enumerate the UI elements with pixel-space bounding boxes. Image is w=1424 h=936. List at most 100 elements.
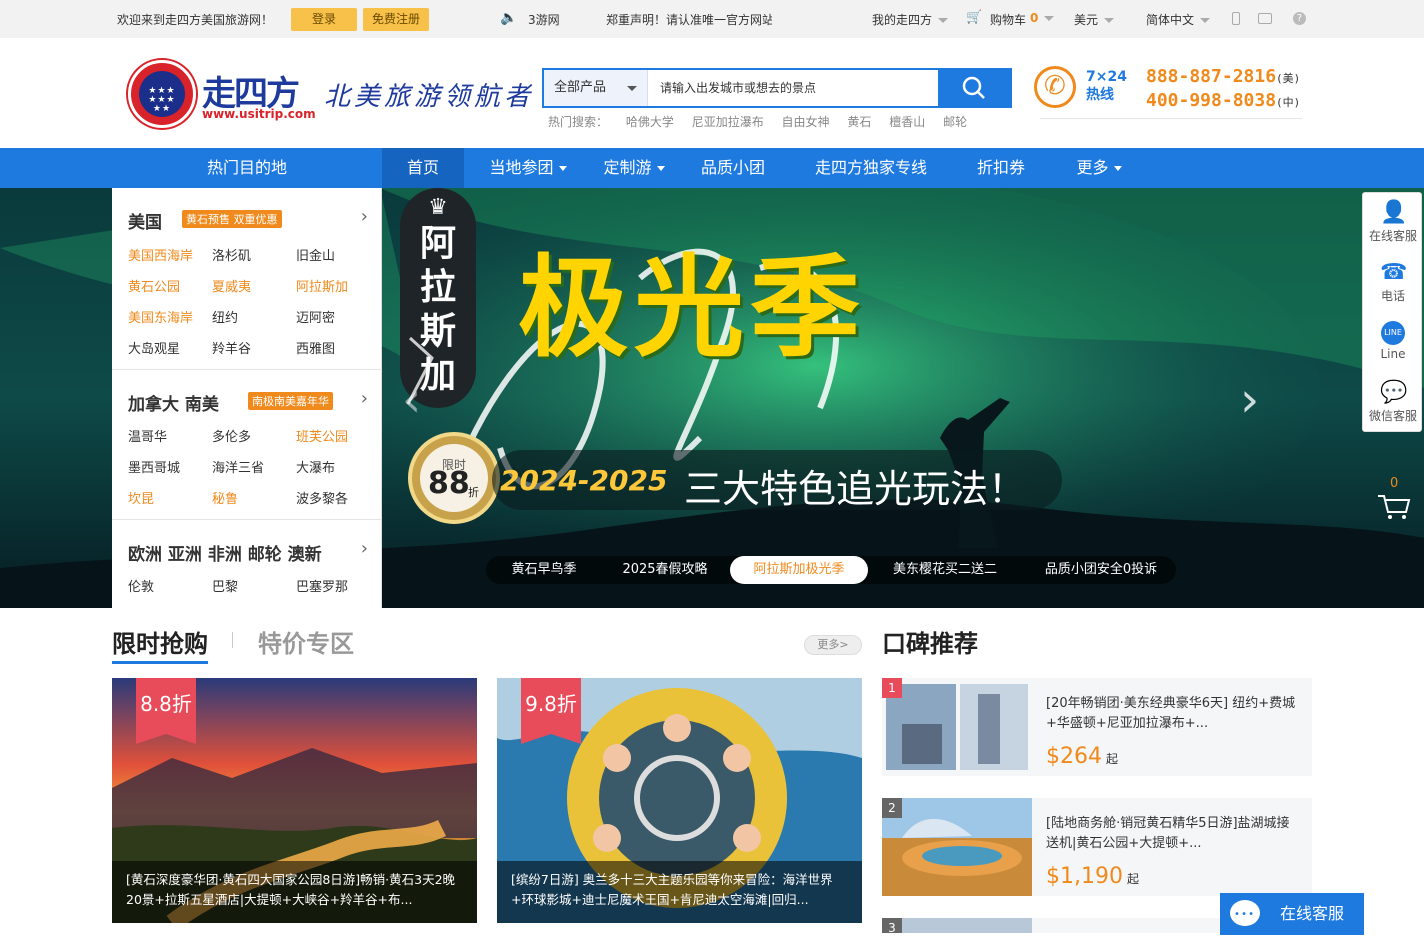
menu-section-others[interactable]: 欧洲 亚洲 非洲 邮轮 澳新 › 伦敦 巴黎 巴塞罗那 <box>112 520 382 608</box>
phone-tool[interactable]: ☎ 电话 <box>1363 253 1423 313</box>
menu-city[interactable]: 班芙公园 <box>296 426 348 445</box>
recommend-item[interactable]: 2 [陆地商务舱·销冠黄石精华5日游]盐湖城接送机|黄石公园+大提顿+... $… <box>882 798 1312 896</box>
banner-dot[interactable]: 黄石早鸟季 <box>494 556 594 584</box>
help-icon[interactable]: ? <box>1293 12 1306 25</box>
menu-city[interactable]: 旧金山 <box>296 245 335 264</box>
login-button[interactable]: 登录 <box>291 8 357 31</box>
tab-special-offers[interactable]: 特价专区 <box>258 624 354 659</box>
message-icon[interactable] <box>1258 13 1272 24</box>
menu-city[interactable]: 多伦多 <box>212 426 251 445</box>
online-service-tool[interactable]: 👤 在线客服 <box>1363 193 1423 253</box>
hot-search-item[interactable]: 邮轮 <box>943 115 967 129</box>
floating-cart[interactable]: 0 <box>1376 476 1412 520</box>
card-caption[interactable]: [黄石深度豪华团·黄石四大国家公园8日游]畅销·黄石3天2晚20景+拉斯五星酒店… <box>112 861 477 923</box>
my-account-menu[interactable]: 我的走四方 <box>872 11 948 28</box>
wechat-icon: 💬 <box>1380 380 1408 405</box>
menu-city[interactable]: 黄石公园 <box>128 276 180 295</box>
hot-search-item[interactable]: 哈佛大学 <box>626 115 674 129</box>
tool-label: 在线客服 <box>1368 229 1417 243</box>
menu-section-usa[interactable]: 美国 黄石预售 双重优惠 › 美国西海岸 洛杉矶 旧金山 黄石公园 夏威夷 阿拉… <box>112 188 382 370</box>
language-select[interactable]: 简体中文 <box>1146 11 1210 28</box>
rank-badge: 2 <box>882 798 902 818</box>
hotline-us-number: 888-887-2816 <box>1146 66 1277 87</box>
hotline-label-bottom: 热线 <box>1086 87 1114 103</box>
nav-item-custom[interactable]: 定制游 <box>592 148 676 188</box>
tool-label: 微信客服 <box>1368 409 1417 423</box>
hot-search-item[interactable]: 自由女神 <box>782 115 830 129</box>
hot-search-item[interactable]: 檀香山 <box>889 115 925 129</box>
banner-dot[interactable]: 2025春假攻略 <box>610 556 720 584</box>
register-button[interactable]: 免费注册 <box>363 8 429 31</box>
tool-label: Line <box>1380 347 1406 361</box>
menu-city[interactable]: 秘鲁 <box>212 488 238 507</box>
promo-tag[interactable]: 黄石预售 双重优惠 <box>182 210 282 228</box>
more-button[interactable]: 更多> <box>804 635 862 655</box>
menu-section-title[interactable]: 美国 <box>128 208 162 233</box>
wechat-tool[interactable]: 💬 微信客服 <box>1363 373 1423 433</box>
nav-item-exclusive[interactable]: 走四方独家专线 <box>804 148 938 188</box>
cart-count[interactable]: 0 <box>1030 11 1054 25</box>
menu-city[interactable]: 坎昆 <box>128 488 154 507</box>
chevron-right-icon[interactable]: › <box>361 538 368 559</box>
menu-city[interactable]: 墨西哥城 <box>128 457 180 476</box>
flash-card[interactable]: 8.8折 [黄石深度豪华团·黄石四大国家公园8日游]畅销·黄石3天2晚20景+拉… <box>112 678 477 923</box>
banner-dot-active[interactable]: 阿拉斯加极光季 <box>730 556 868 584</box>
online-chat-button[interactable]: 在线客服 <box>1220 893 1364 936</box>
nav-item-local-tours[interactable]: 当地参团 <box>478 148 578 188</box>
notice-text[interactable]: 郑重声明！请认准唯一官方网站 <box>606 11 772 28</box>
menu-city[interactable]: 美国西海岸 <box>128 245 193 264</box>
cart-label[interactable]: 购物车 <box>990 11 1026 28</box>
promo-tag[interactable]: 南极南美嘉年华 <box>248 392 333 410</box>
menu-city[interactable]: 迈阿密 <box>296 307 335 326</box>
menu-city[interactable]: 波多黎各 <box>296 488 348 507</box>
recommend-title-text[interactable]: [20年畅销团·美东经典豪华6天] 纽约+费城+华盛顿+尼亚加拉瀑布+... <box>1046 694 1302 734</box>
search-input[interactable] <box>660 70 930 106</box>
menu-city[interactable]: 大瀑布 <box>296 457 335 476</box>
hot-search-item[interactable]: 黄石 <box>847 115 871 129</box>
menu-city[interactable]: 温哥华 <box>128 426 167 445</box>
welcome-text: 欢迎来到走四方美国旅游网！ <box>117 13 274 27</box>
card-caption[interactable]: [缤纷7日游] 奥兰多十三大主题乐园等你来冒险：海洋世界+环球影城+迪士尼魔术王… <box>497 861 862 923</box>
menu-city[interactable]: 夏威夷 <box>212 276 251 295</box>
hot-search-label: 热门搜索： <box>548 115 609 129</box>
menu-city[interactable]: 洛杉矶 <box>212 245 251 264</box>
menu-city[interactable]: 纽约 <box>212 307 238 326</box>
nav-item-home[interactable]: 首页 <box>382 148 464 188</box>
line-icon: LINE <box>1381 321 1405 345</box>
hotline-divider <box>1040 118 1302 119</box>
recommend-title-text[interactable]: [陆地商务舱·销冠黄石精华5日游]盐湖城接送机|黄石公园+大提顿+... <box>1046 814 1302 854</box>
hot-search-item[interactable]: 尼亚加拉瀑布 <box>692 115 764 129</box>
menu-section-title[interactable]: 加拿大 南美 <box>128 390 219 415</box>
chevron-right-icon[interactable]: › <box>361 388 368 409</box>
currency-select[interactable]: 美元 <box>1074 11 1114 28</box>
mobile-icon[interactable] <box>1232 12 1240 25</box>
search-button[interactable] <box>938 70 1010 106</box>
menu-section-canada[interactable]: 加拿大 南美 南极南美嘉年华 › 温哥华 多伦多 班芙公园 墨西哥城 海洋三省 … <box>112 370 382 520</box>
logo-emblem-icon[interactable]: ★★★ ★★★ ★★ <box>128 60 196 128</box>
menu-city[interactable]: 阿拉斯加 <box>296 276 348 295</box>
nav-item-coupons[interactable]: 折扣券 <box>966 148 1036 188</box>
flash-card[interactable]: 9.8折 [缤纷7日游] 奥兰多十三大主题乐园等你来冒险：海洋世界+环球影城+迪… <box>497 678 862 923</box>
menu-city[interactable]: 海洋三省 <box>212 457 264 476</box>
menu-city[interactable]: 巴黎 <box>212 576 238 595</box>
banner-dot[interactable]: 美东樱花买二送二 <box>880 556 1010 584</box>
nav-hot-destinations[interactable]: 热门目的地 <box>112 148 382 188</box>
slogan: 北美旅游领航者 <box>324 82 535 112</box>
line-tool[interactable]: LINE Line <box>1363 313 1423 373</box>
menu-city[interactable]: 西雅图 <box>296 338 335 357</box>
floating-cart-count: 0 <box>1390 476 1399 491</box>
tab-flash-sale[interactable]: 限时抢购 <box>112 624 208 664</box>
banner-dot[interactable]: 品质小团安全0投诉 <box>1032 556 1170 584</box>
menu-section-title[interactable]: 欧洲 亚洲 非洲 邮轮 澳新 <box>128 540 322 565</box>
nav-item-more[interactable]: 更多 <box>1064 148 1134 188</box>
recommend-image: 2 <box>882 798 1032 896</box>
recommend-item[interactable]: 1 [20年畅销团·美东经典豪华6天] 纽约+费城+华盛顿+尼亚加拉瀑布+...… <box>882 678 1312 776</box>
menu-city[interactable]: 羚羊谷 <box>212 338 251 357</box>
search-category-select[interactable]: 全部产品 <box>544 70 648 106</box>
menu-city[interactable]: 美国东海岸 <box>128 307 193 326</box>
chevron-right-icon[interactable]: › <box>361 206 368 227</box>
menu-city[interactable]: 伦敦 <box>128 576 154 595</box>
nav-item-small-group[interactable]: 品质小团 <box>690 148 776 188</box>
menu-city[interactable]: 巴塞罗那 <box>296 576 348 595</box>
menu-city[interactable]: 大岛观星 <box>128 338 180 357</box>
